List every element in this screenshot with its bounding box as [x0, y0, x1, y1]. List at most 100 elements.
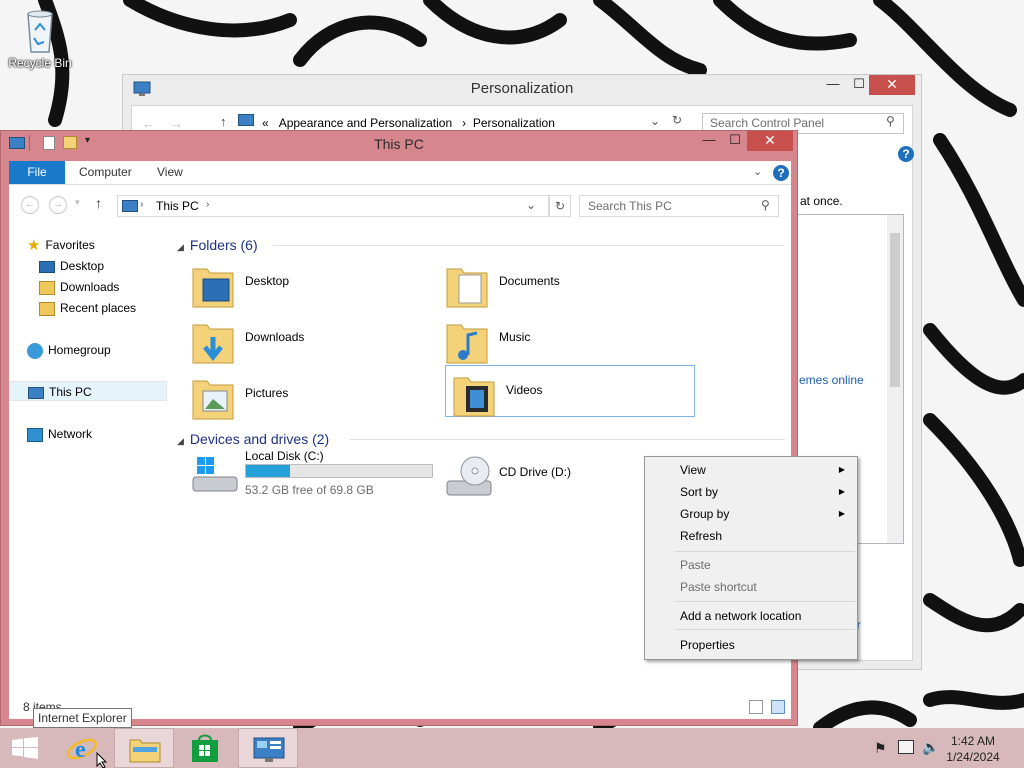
menu-sort-by[interactable]: Sort by ▶	[647, 481, 855, 503]
address-child-arrow[interactable]: ›	[206, 199, 209, 210]
nav-recent-label: Recent places	[60, 301, 137, 315]
this-pc-icon	[28, 386, 44, 399]
drive-c-usage-bar	[245, 464, 433, 478]
network-status-icon[interactable]	[898, 740, 914, 754]
maximize-button[interactable]: ☐	[721, 131, 749, 151]
cd-drive-icon	[446, 456, 492, 496]
forward-button[interactable]: →	[49, 196, 67, 214]
drive-c-label: Local Disk (C:)	[245, 449, 324, 463]
tab-view[interactable]: View	[145, 161, 195, 184]
breadcrumb-overflow[interactable]: «	[262, 116, 269, 130]
folder-videos[interactable]: Videos	[445, 365, 695, 417]
folder-music[interactable]: Music	[439, 313, 689, 365]
documents-folder-icon	[446, 268, 488, 308]
minimize-button[interactable]: —	[695, 131, 723, 151]
explorer-title: This PC	[374, 136, 424, 152]
menu-view[interactable]: View ▶	[647, 459, 855, 481]
drive-d-label: CD Drive (D:)	[499, 465, 571, 479]
folder-documents[interactable]: Documents	[439, 257, 689, 309]
recycle-bin-icon	[27, 10, 53, 53]
up-button[interactable]: ↑	[220, 114, 227, 129]
menu-add-network-location[interactable]: Add a network location	[647, 605, 855, 627]
taskbar-internet-explorer[interactable]: e	[52, 728, 112, 768]
menu-group-by[interactable]: Group by ▶	[647, 503, 855, 525]
folder-music-label: Music	[499, 330, 531, 344]
svg-text:e: e	[75, 737, 86, 763]
address-dropdown-icon[interactable]: ⌄	[650, 114, 660, 128]
submenu-arrow-icon: ▶	[838, 465, 845, 474]
breadcrumb-personalization[interactable]: Personalization	[473, 116, 555, 130]
themes-scrollbar[interactable]	[887, 215, 903, 543]
mouse-cursor-icon	[96, 752, 108, 768]
taskbar-file-explorer[interactable]	[114, 728, 174, 768]
tab-file[interactable]: File	[9, 161, 65, 184]
nav-downloads[interactable]: Downloads	[39, 277, 119, 297]
search-input[interactable]: Search This PC	[579, 195, 779, 217]
drive-c[interactable]: Local Disk (C:) 53.2 GB free of 69.8 GB	[185, 449, 445, 505]
menu-properties[interactable]: Properties	[647, 634, 855, 656]
system-clock[interactable]: 1:42 AM 1/24/2024	[938, 733, 1008, 765]
menu-separator	[675, 551, 855, 552]
help-icon[interactable]: ?	[898, 146, 914, 162]
refresh-icon[interactable]: ↻	[549, 195, 571, 217]
breadcrumb: « Appearance and Personalization › Perso…	[262, 116, 555, 130]
up-button[interactable]: ↑	[95, 195, 102, 211]
address-root-arrow[interactable]: ›	[140, 199, 143, 210]
menu-sort-label: Sort by	[680, 485, 719, 499]
large-icons-view-icon[interactable]	[771, 700, 785, 714]
scrollbar-thumb[interactable]	[890, 233, 900, 387]
downloads-icon	[39, 280, 55, 295]
recent-locations-icon[interactable]: ▾	[75, 197, 80, 208]
navigation-pane: ★ Favorites Desktop Downloads Recent plac…	[9, 225, 167, 695]
close-button[interactable]: ✕	[869, 75, 915, 95]
folders-group-header[interactable]: ◢ Folders (6)	[177, 235, 258, 255]
menu-group-label: Group by	[680, 507, 730, 521]
nav-downloads-label: Downloads	[60, 280, 120, 294]
taskbar-control-panel[interactable]	[238, 728, 298, 768]
address-bar[interactable]: › This PC › ⌄	[117, 195, 549, 217]
volume-muted-icon[interactable]: 🔈	[922, 739, 939, 756]
folder-downloads[interactable]: Downloads	[185, 313, 435, 365]
get-themes-link[interactable]: emes online	[799, 373, 864, 387]
nav-desktop-label: Desktop	[60, 259, 105, 273]
expand-ribbon-icon[interactable]: ⌄	[753, 165, 762, 178]
search-icon: ⚲	[761, 198, 770, 212]
folder-desktop[interactable]: Desktop	[185, 257, 435, 309]
details-view-icon[interactable]	[749, 700, 763, 714]
minimize-button[interactable]: —	[819, 75, 847, 95]
control-panel-small-icon	[238, 114, 254, 126]
devices-group-header[interactable]: ◢ Devices and drives (2)	[177, 429, 329, 449]
help-icon[interactable]: ?	[773, 165, 789, 181]
nav-favorites[interactable]: ★ Favorites	[27, 235, 95, 255]
taskbar-store[interactable]	[176, 728, 236, 768]
nav-this-pc-label: This PC	[49, 385, 92, 399]
nav-this-pc[interactable]: This PC	[9, 381, 167, 401]
folder-desktop-label: Desktop	[245, 274, 290, 288]
group-divider	[273, 245, 785, 246]
breadcrumb-appearance[interactable]: Appearance and Personalization	[279, 116, 452, 130]
folder-pictures[interactable]: Pictures	[185, 369, 435, 421]
back-button[interactable]: ←	[142, 116, 155, 131]
recent-places-icon	[39, 301, 55, 316]
nav-homegroup[interactable]: Homegroup	[27, 340, 111, 360]
folder-downloads-label: Downloads	[245, 330, 305, 344]
back-button[interactable]: ←	[21, 196, 39, 214]
nav-desktop[interactable]: Desktop	[39, 256, 104, 276]
folder-pictures-label: Pictures	[245, 386, 289, 400]
forward-button[interactable]: →	[170, 116, 183, 131]
nav-favorites-label: Favorites	[45, 238, 95, 252]
recycle-bin-shortcut[interactable]: Recycle Bin	[8, 6, 72, 70]
control-panel-icon	[253, 737, 285, 762]
clock-date: 1/24/2024	[946, 750, 1000, 764]
start-button[interactable]	[0, 728, 50, 768]
nav-recent-places[interactable]: Recent places	[39, 298, 136, 318]
action-center-flag-icon[interactable]: ⚑	[874, 740, 887, 757]
address-dropdown-icon[interactable]: ⌄	[526, 198, 536, 212]
refresh-icon[interactable]: ↻	[672, 113, 682, 127]
menu-refresh[interactable]: Refresh	[647, 525, 855, 547]
close-button[interactable]: ✕	[747, 131, 793, 151]
address-text[interactable]: This PC	[156, 199, 199, 213]
menu-separator	[675, 629, 855, 630]
tab-computer[interactable]: Computer	[67, 161, 144, 184]
nav-network[interactable]: Network	[27, 424, 92, 444]
